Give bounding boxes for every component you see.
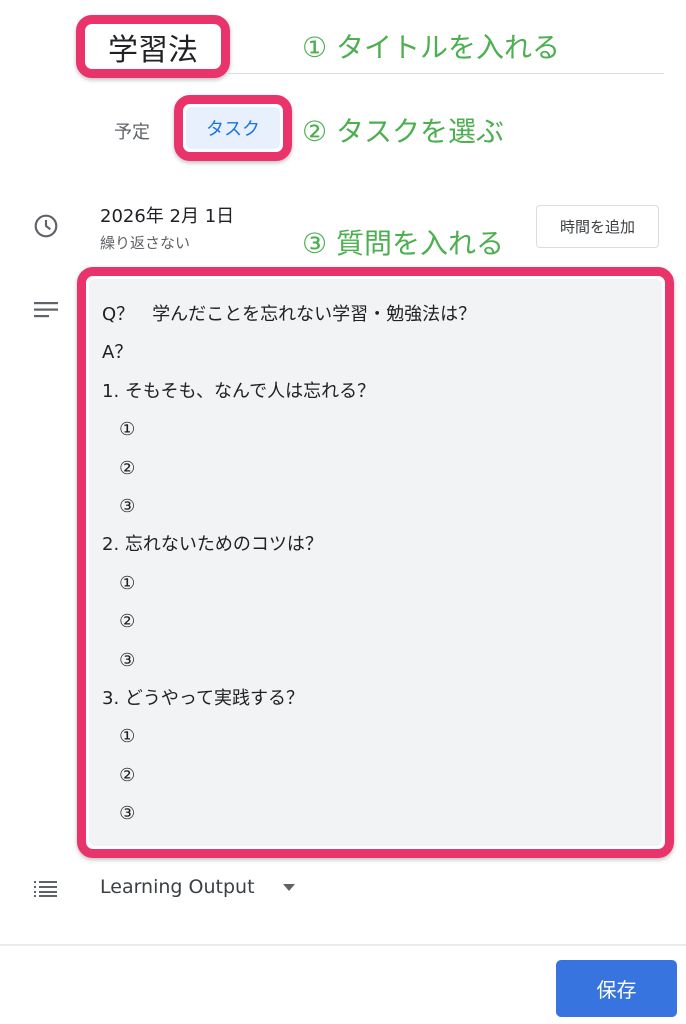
tab-task[interactable]: タスク xyxy=(186,107,280,149)
description-line: ② xyxy=(102,457,136,479)
repeat-field[interactable]: 繰り返さない xyxy=(100,232,190,253)
task-list-icon xyxy=(34,881,57,897)
add-time-button[interactable]: 時間を追加 xyxy=(536,205,659,248)
description-line: ③ xyxy=(102,803,136,825)
footer-divider xyxy=(0,944,686,946)
annotation-step3: ③ 質問を入れる xyxy=(302,227,505,260)
description-line: ① xyxy=(102,572,136,594)
save-button[interactable]: 保存 xyxy=(556,960,677,1017)
notes-icon xyxy=(34,302,58,318)
task-chip-highlight: タスク xyxy=(174,95,292,161)
description-line: ③ xyxy=(102,496,136,518)
description-line: ② xyxy=(102,611,136,633)
clock-icon xyxy=(34,214,58,238)
description-line: 1. そもそも、なんで人は忘れる？ xyxy=(102,380,376,402)
description-line: Q？ 学んだことを忘れない学習・勉強法は？ xyxy=(102,304,477,325)
description-line: 2. 忘れないためのコツは？ xyxy=(102,534,323,556)
annotation-step2: ② タスクを選ぶ xyxy=(302,115,505,148)
title-input[interactable]: 学習法 xyxy=(76,15,230,78)
task-list-selected: Learning Output xyxy=(100,876,255,898)
annotation-step1: ① タイトルを入れる xyxy=(302,31,561,64)
description-line: ② xyxy=(102,764,136,786)
title-underline xyxy=(228,73,664,74)
task-list-dropdown[interactable]: Learning Output xyxy=(100,876,295,898)
date-field[interactable]: 2026年 2月 1日 xyxy=(100,202,234,228)
description-line: ① xyxy=(102,419,136,441)
description-highlight: Q？ 学んだことを忘れない学習・勉強法は？ A？ 1. そもそも、なんで人は忘れる？… xyxy=(77,267,674,858)
dropdown-arrow-icon xyxy=(282,883,295,891)
description-line: ③ xyxy=(102,649,136,671)
description-textarea[interactable]: Q？ 学んだことを忘れない学習・勉強法は？ A？ 1. そもそも、なんで人は忘れる？… xyxy=(89,279,662,846)
tab-event[interactable]: 予定 xyxy=(114,118,150,144)
description-line: A？ xyxy=(102,342,133,364)
description-line: 3. どうやって実践する？ xyxy=(102,688,304,710)
description-line: ① xyxy=(102,726,136,748)
